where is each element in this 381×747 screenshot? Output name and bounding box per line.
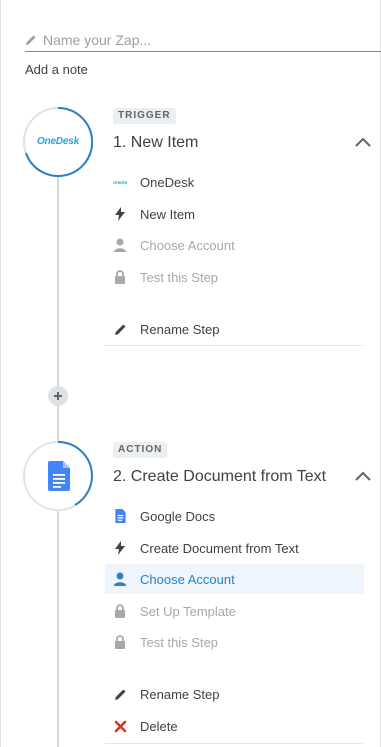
trigger-badge: TRIGGER bbox=[113, 108, 176, 124]
step-row-label: Google Docs bbox=[140, 508, 216, 524]
chevron-up-icon[interactable] bbox=[355, 471, 371, 481]
rename-step-button[interactable]: Rename Step bbox=[105, 314, 364, 344]
zap-editor-panel: Add a note OneDesk TRIGGER 1. New Item O… bbox=[0, 0, 381, 747]
pencil-icon bbox=[113, 687, 127, 701]
plus-icon bbox=[54, 392, 62, 400]
onedesk-logo-icon: OneDesk bbox=[113, 175, 127, 189]
step-app-row[interactable]: OneDesk OneDesk bbox=[105, 167, 364, 197]
divider bbox=[105, 743, 363, 744]
google-docs-icon bbox=[48, 461, 70, 491]
user-icon bbox=[113, 572, 127, 586]
step-row-label: New Item bbox=[140, 206, 195, 222]
step-row-label: Test this Step bbox=[140, 634, 219, 650]
rename-step-button[interactable]: Rename Step bbox=[105, 679, 364, 709]
step-title[interactable]: 1. New Item bbox=[113, 134, 345, 152]
step-app-row[interactable]: Google Docs bbox=[105, 501, 364, 531]
lightning-icon bbox=[113, 207, 127, 221]
step-row-label: Test this Step bbox=[140, 269, 219, 285]
lightning-icon bbox=[113, 541, 127, 555]
google-docs-icon bbox=[113, 509, 127, 523]
pencil-icon bbox=[26, 34, 36, 45]
user-icon bbox=[113, 238, 127, 252]
step-account-row[interactable]: Choose Account bbox=[105, 230, 364, 260]
step-row-label: Choose Account bbox=[140, 237, 235, 253]
delete-step-label: Delete bbox=[140, 718, 178, 734]
trigger-app-badge[interactable]: OneDesk bbox=[23, 107, 93, 177]
step-test-row[interactable]: Test this Step bbox=[105, 262, 364, 292]
step-event-row[interactable]: New Item bbox=[105, 199, 364, 229]
step-row-label: Set Up Template bbox=[140, 603, 236, 619]
step-row-label: Create Document from Text bbox=[140, 540, 299, 556]
step-event-row[interactable]: Create Document from Text bbox=[105, 533, 364, 563]
step-row-label: OneDesk bbox=[140, 174, 195, 190]
step-test-row[interactable]: Test this Step bbox=[105, 627, 364, 657]
zap-name-input[interactable] bbox=[43, 31, 363, 48]
svg-text:OneDesk: OneDesk bbox=[113, 180, 127, 185]
step-account-row[interactable]: Choose Account bbox=[105, 564, 364, 594]
add-step-button[interactable] bbox=[48, 386, 68, 406]
lock-icon bbox=[113, 635, 127, 649]
add-note-link[interactable]: Add a note bbox=[25, 62, 88, 77]
step-row-label: Choose Account bbox=[140, 571, 235, 587]
action-app-badge[interactable] bbox=[23, 441, 93, 511]
lock-icon bbox=[113, 270, 127, 284]
step-title[interactable]: 2. Create Document from Text bbox=[113, 468, 345, 486]
lock-icon bbox=[113, 604, 127, 618]
divider bbox=[105, 345, 363, 346]
step-connector-line bbox=[57, 511, 59, 747]
pencil-icon bbox=[113, 322, 127, 336]
action-badge: ACTION bbox=[113, 442, 168, 458]
chevron-up-icon[interactable] bbox=[355, 137, 371, 147]
delete-x-icon bbox=[113, 719, 127, 733]
rename-step-label: Rename Step bbox=[140, 686, 220, 702]
step-template-row[interactable]: Set Up Template bbox=[105, 596, 364, 626]
onedesk-logo: OneDesk bbox=[37, 136, 79, 147]
zap-name-field[interactable] bbox=[25, 28, 381, 52]
delete-step-button[interactable]: Delete bbox=[105, 711, 364, 741]
rename-step-label: Rename Step bbox=[140, 321, 220, 337]
